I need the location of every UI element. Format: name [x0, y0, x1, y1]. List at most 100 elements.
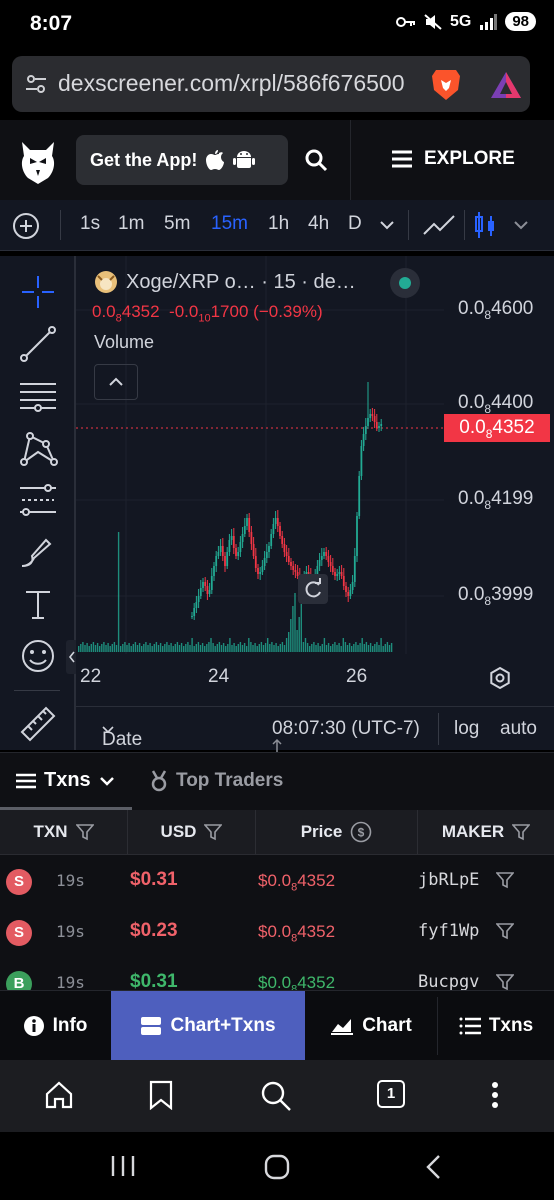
log-scale-toggle[interactable]: log — [454, 718, 479, 740]
add-symbol-icon[interactable] — [12, 212, 40, 240]
dexscreener-logo-icon[interactable] — [18, 140, 58, 184]
x-axis-tick: 22 — [80, 666, 102, 687]
indicators-icon[interactable] — [422, 212, 456, 238]
back-icon[interactable] — [424, 1154, 442, 1180]
url-text[interactable]: dexscreener.com/xrpl/586f676500 — [58, 70, 426, 97]
volume-bar — [120, 646, 122, 652]
chart-type-dropdown-icon[interactable] — [514, 220, 528, 230]
txn-row[interactable]: S 19s $0.23 $0.084352 fyf1Wp — [0, 906, 554, 958]
more-options-icon[interactable] — [488, 1080, 502, 1110]
price-chart[interactable]: Xoge/XRP o… · 15 · de… 0.084352 -0.01017… — [76, 256, 554, 772]
text-tool-icon[interactable] — [18, 584, 58, 624]
timeframe-1s[interactable]: 1s — [80, 213, 100, 235]
volume-bar — [172, 646, 174, 652]
ruler-icon[interactable] — [18, 704, 58, 744]
volume-bar — [109, 646, 111, 652]
chevron-down-icon — [99, 776, 114, 786]
explore-button[interactable]: EXPLORE — [392, 148, 515, 170]
price-change-line: 0.084352 -0.0101700 (−0.39%) — [92, 302, 323, 324]
home-button-icon[interactable] — [264, 1154, 290, 1180]
column-usd[interactable]: USD — [128, 810, 256, 854]
candle-body — [276, 518, 279, 526]
txn-row[interactable]: S 19s $0.31 $0.084352 jbRLpE — [0, 855, 554, 907]
volume-label: Volume — [94, 332, 155, 352]
chart-legend-title[interactable]: Xoge/XRP o… · 15 · de… — [94, 270, 356, 294]
txn-maker[interactable]: jbRLpE — [418, 870, 479, 890]
get-app-button[interactable]: Get the App! — [76, 135, 288, 185]
crosshair-icon[interactable] — [18, 272, 58, 312]
emoji-tool-icon[interactable] — [18, 636, 58, 676]
tabs-count-button[interactable]: 1 — [377, 1080, 405, 1108]
volume-bar — [237, 644, 239, 652]
candle-body — [353, 556, 356, 582]
change-percent: (−0.39%) — [253, 302, 323, 321]
timeframe-D[interactable]: D — [348, 213, 362, 235]
nav-chart[interactable]: Chart — [306, 991, 436, 1061]
currency-toggle-icon[interactable]: $ — [350, 821, 372, 843]
tab-top-traders[interactable]: Top Traders — [150, 770, 283, 792]
volume-bar — [134, 642, 137, 652]
auto-scale-toggle[interactable]: auto — [500, 718, 537, 740]
txn-usd: $0.31 — [130, 869, 178, 890]
column-txn[interactable]: TXN — [0, 810, 128, 854]
signal-icon — [480, 13, 498, 30]
filter-icon[interactable] — [204, 823, 223, 841]
tab-txns[interactable]: Txns — [16, 769, 115, 792]
candle-body — [246, 518, 248, 526]
filter-icon[interactable] — [496, 973, 514, 991]
timeframe-5m[interactable]: 5m — [164, 213, 190, 235]
reset-chart-button[interactable] — [298, 574, 328, 604]
filter-icon[interactable] — [75, 823, 94, 841]
candle-body — [257, 568, 259, 574]
column-price[interactable]: Price $ — [256, 810, 418, 854]
candle-body — [239, 542, 242, 552]
volume-bar — [170, 643, 172, 652]
date-range-button[interactable]: Date Range — [102, 718, 158, 772]
bookmarks-icon[interactable] — [148, 1080, 174, 1110]
txn-maker[interactable]: Bucpgv — [418, 972, 479, 992]
search-icon[interactable] — [304, 148, 328, 172]
timeframe-15m[interactable]: 15m — [211, 213, 248, 235]
brush-icon[interactable] — [18, 532, 58, 572]
candle-body — [232, 536, 235, 548]
candle-body — [206, 586, 209, 594]
txn-maker[interactable]: fyf1Wp — [418, 921, 479, 941]
search-icon[interactable] — [260, 1080, 292, 1112]
pattern-tool-icon[interactable] — [18, 428, 58, 468]
volume-bar — [191, 638, 193, 652]
candle-body — [362, 434, 365, 446]
filter-icon[interactable] — [496, 922, 514, 940]
volume-bar — [201, 643, 204, 652]
trend-line-icon[interactable] — [18, 324, 58, 364]
nav-info[interactable]: Info — [0, 991, 110, 1061]
volume-bar — [225, 646, 227, 652]
timeframe-dropdown-icon[interactable] — [380, 220, 394, 230]
home-icon[interactable] — [44, 1080, 74, 1110]
timeframe-1m[interactable]: 1m — [118, 213, 144, 235]
recent-apps-icon[interactable] — [110, 1154, 136, 1178]
url-bar[interactable]: dexscreener.com/xrpl/586f676500 — [12, 56, 530, 112]
volume-bar — [258, 644, 260, 652]
brave-rewards-icon[interactable] — [490, 70, 522, 100]
timeframe-1h[interactable]: 1h — [268, 213, 289, 235]
column-maker[interactable]: MAKER — [418, 810, 554, 854]
timeframe-4h[interactable]: 4h — [308, 213, 329, 235]
volume-bar — [388, 645, 391, 652]
collapse-legend-button[interactable] — [94, 364, 138, 400]
nav-chart-txns[interactable]: Chart+Txns — [111, 991, 305, 1061]
volume-bar — [334, 642, 336, 652]
nav-txns[interactable]: Txns — [438, 991, 554, 1061]
volume-bar — [357, 645, 359, 652]
fib-retracement-icon[interactable] — [18, 376, 58, 416]
candles-chart-type-icon[interactable] — [474, 210, 496, 240]
brave-shields-icon[interactable] — [430, 68, 462, 102]
volume-bar — [338, 643, 340, 652]
site-settings-icon[interactable] — [24, 72, 48, 96]
forecast-tool-icon[interactable] — [18, 480, 58, 520]
filter-icon[interactable] — [512, 823, 531, 841]
live-status-dot — [390, 268, 420, 298]
volume-bar — [380, 638, 382, 652]
chart-settings-icon[interactable] — [488, 666, 512, 690]
volume-bar — [260, 642, 263, 652]
filter-icon[interactable] — [496, 871, 514, 889]
